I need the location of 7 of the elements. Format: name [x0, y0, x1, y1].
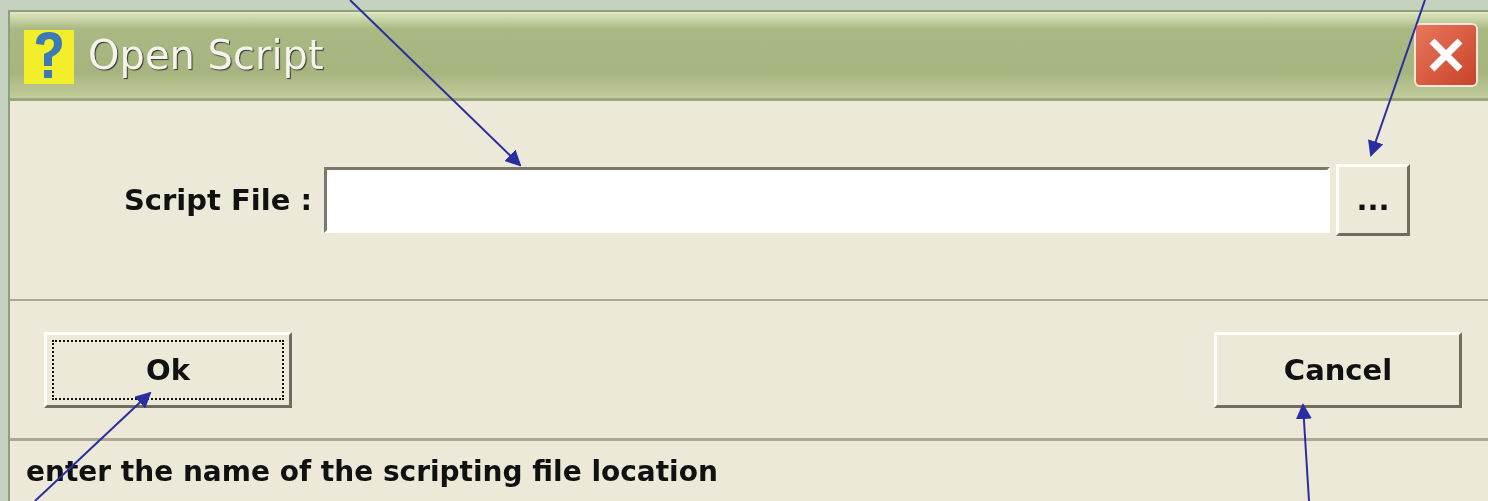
- cancel-button[interactable]: Cancel: [1214, 331, 1462, 408]
- script-file-field[interactable]: [324, 167, 1330, 233]
- close-button[interactable]: [1414, 23, 1478, 87]
- window-title: Open Script: [88, 32, 325, 78]
- field-label: Script File :: [122, 183, 312, 217]
- ok-button[interactable]: Ok: [44, 331, 292, 408]
- browse-button[interactable]: ...: [1336, 164, 1410, 236]
